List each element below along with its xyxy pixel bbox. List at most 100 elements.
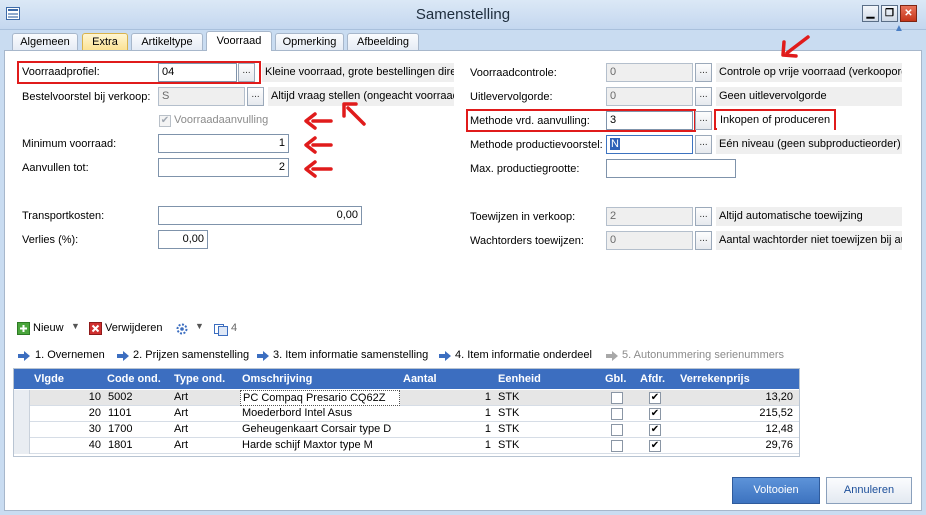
voorraadprofiel-input[interactable]: 04 bbox=[158, 63, 237, 82]
tab-voorraad[interactable]: Voorraad bbox=[206, 31, 272, 51]
cell-code[interactable]: 1700 bbox=[108, 422, 172, 438]
tab-artikeltype[interactable]: Artikeltype bbox=[131, 33, 203, 51]
tab-extra[interactable]: Extra bbox=[82, 33, 128, 51]
collapse-icon[interactable]: ▲ bbox=[894, 24, 906, 34]
cell-verrekenprijs[interactable]: 12,48 bbox=[678, 422, 796, 438]
annuleren-button[interactable]: Annuleren bbox=[826, 477, 912, 504]
row-header[interactable] bbox=[14, 438, 30, 454]
tab-algemeen[interactable]: Algemeen bbox=[12, 33, 78, 51]
components-grid[interactable]: Vlgde Code ond. Type ond. Omschrijving A… bbox=[13, 368, 800, 457]
row-header[interactable] bbox=[14, 406, 30, 422]
tab-opmerking[interactable]: Opmerking bbox=[275, 33, 344, 51]
cell-verrekenprijs[interactable]: 29,76 bbox=[678, 438, 796, 454]
cell-omschrijving[interactable]: Moederbord Intel Asus bbox=[242, 406, 400, 422]
delete-button[interactable]: Verwijderen bbox=[89, 321, 167, 337]
methode-productievoorstel-lookup-button[interactable]: ... bbox=[695, 135, 712, 154]
close-icon[interactable]: ✕ bbox=[900, 5, 917, 22]
voorraadprofiel-lookup-button[interactable]: ... bbox=[238, 63, 255, 82]
cell-eenheid[interactable]: STK bbox=[498, 422, 598, 438]
cell-gbl-checkbox[interactable] bbox=[611, 424, 623, 436]
toewijzen-verkoop-lookup-button[interactable]: ... bbox=[695, 207, 712, 226]
cell-gbl-checkbox[interactable] bbox=[611, 392, 623, 404]
wachtorders-lookup-button[interactable]: ... bbox=[695, 231, 712, 250]
toewijzen-verkoop-input[interactable]: 2 bbox=[606, 207, 693, 226]
cell-aantal[interactable]: 1 bbox=[402, 390, 494, 406]
table-row[interactable]: 10 5002 Art PC Compaq Presario CQ62Z 1 S… bbox=[14, 390, 799, 406]
cell-afdr-checkbox[interactable]: ✔ bbox=[649, 392, 661, 404]
column-header-afdr[interactable]: Afdr. bbox=[640, 369, 665, 389]
max-productiegrootte-input[interactable] bbox=[606, 159, 736, 178]
column-header-gbl[interactable]: Gbl. bbox=[605, 369, 626, 389]
minimize-icon[interactable]: ▁ bbox=[862, 5, 879, 22]
cell-vlgde[interactable]: 20 bbox=[30, 406, 104, 422]
transportkosten-input[interactable]: 0,00 bbox=[158, 206, 362, 225]
wachtorders-input[interactable]: 0 bbox=[606, 231, 693, 250]
step-3[interactable]: 3. Item informatie samenstelling bbox=[257, 349, 429, 363]
step-2[interactable]: 2. Prijzen samenstelling bbox=[117, 349, 249, 363]
cell-type[interactable]: Art bbox=[174, 422, 238, 438]
column-header-vlgde[interactable]: Vlgde bbox=[34, 369, 64, 389]
cell-eenheid[interactable]: STK bbox=[498, 406, 598, 422]
column-header-omschrijving[interactable]: Omschrijving bbox=[242, 369, 312, 389]
column-header-code[interactable]: Code ond. bbox=[107, 369, 161, 389]
new-dropdown-icon[interactable]: ▼ bbox=[71, 321, 80, 331]
methode-aanvulling-input[interactable]: 3 bbox=[606, 111, 693, 130]
settings-button[interactable]: ▼ bbox=[175, 321, 207, 337]
step-4[interactable]: 4. Item informatie onderdeel bbox=[439, 349, 599, 363]
cell-verrekenprijs[interactable]: 13,20 bbox=[678, 390, 796, 406]
row-header[interactable] bbox=[14, 390, 30, 406]
row-header[interactable] bbox=[14, 422, 30, 438]
verlies-input[interactable]: 0,00 bbox=[158, 230, 208, 249]
delete-icon bbox=[89, 322, 102, 335]
cell-afdr-checkbox[interactable]: ✔ bbox=[649, 440, 661, 452]
cell-gbl-checkbox[interactable] bbox=[611, 408, 623, 420]
cell-afdr-checkbox[interactable]: ✔ bbox=[649, 408, 661, 420]
new-button[interactable]: Nieuw ▼ bbox=[17, 321, 82, 337]
cell-code[interactable]: 5002 bbox=[108, 390, 172, 406]
cell-type[interactable]: Art bbox=[174, 406, 238, 422]
cell-aantal[interactable]: 1 bbox=[402, 422, 494, 438]
methode-aanvulling-lookup-button[interactable]: ... bbox=[695, 111, 712, 130]
column-header-verrekenprijs[interactable]: Verrekenprijs bbox=[680, 369, 750, 389]
uitlevervolgorde-lookup-button[interactable]: ... bbox=[695, 87, 712, 106]
voltooien-button[interactable]: Voltooien bbox=[732, 477, 820, 504]
uitlevervolgorde-input[interactable]: 0 bbox=[606, 87, 693, 106]
methode-productievoorstel-input[interactable]: N bbox=[606, 135, 693, 154]
bestelvoorstel-lookup-button[interactable]: ... bbox=[247, 87, 264, 106]
copy-count-button[interactable]: 4 bbox=[214, 321, 242, 337]
restore-icon[interactable]: ❐ bbox=[881, 5, 898, 22]
cell-verrekenprijs[interactable]: 215,52 bbox=[678, 406, 796, 422]
cell-aantal[interactable]: 1 bbox=[402, 438, 494, 454]
table-row[interactable]: 20 1101 Art Moederbord Intel Asus 1 STK … bbox=[14, 406, 799, 422]
tab-afbeelding[interactable]: Afbeelding bbox=[347, 33, 419, 51]
cell-vlgde[interactable]: 30 bbox=[30, 422, 104, 438]
cell-vlgde[interactable]: 10 bbox=[30, 390, 104, 406]
uitlevervolgorde-label: Uitlevervolgorde: bbox=[470, 91, 553, 103]
minimum-voorraad-input[interactable]: 1 bbox=[158, 134, 289, 153]
voorraadaanvulling-checkbox[interactable]: ✔ bbox=[159, 115, 171, 127]
table-row[interactable]: 40 1801 Art Harde schijf Maxtor type M 1… bbox=[14, 438, 799, 454]
step-1[interactable]: 1. Overnemen bbox=[18, 349, 108, 363]
cell-afdr-checkbox[interactable]: ✔ bbox=[649, 424, 661, 436]
cell-eenheid[interactable]: STK bbox=[498, 390, 598, 406]
column-header-eenheid[interactable]: Eenheid bbox=[498, 369, 541, 389]
voorraadcontrole-input[interactable]: 0 bbox=[606, 63, 693, 82]
settings-dropdown-icon[interactable]: ▼ bbox=[195, 321, 204, 331]
bestelvoorstel-input[interactable]: S bbox=[158, 87, 245, 106]
column-header-type[interactable]: Type ond. bbox=[174, 369, 225, 389]
cell-vlgde[interactable]: 40 bbox=[30, 438, 104, 454]
cell-eenheid[interactable]: STK bbox=[498, 438, 598, 454]
cell-gbl-checkbox[interactable] bbox=[611, 440, 623, 452]
cell-type[interactable]: Art bbox=[174, 438, 238, 454]
column-header-aantal[interactable]: Aantal bbox=[403, 369, 437, 389]
cell-code[interactable]: 1801 bbox=[108, 438, 172, 454]
table-row[interactable]: 30 1700 Art Geheugenkaart Corsair type D… bbox=[14, 422, 799, 438]
cell-type[interactable]: Art bbox=[174, 390, 238, 406]
aanvullen-tot-input[interactable]: 2 bbox=[158, 158, 289, 177]
cell-omschrijving[interactable]: PC Compaq Presario CQ62Z bbox=[240, 390, 400, 406]
voorraadcontrole-lookup-button[interactable]: ... bbox=[695, 63, 712, 82]
cell-aantal[interactable]: 1 bbox=[402, 406, 494, 422]
cell-omschrijving[interactable]: Harde schijf Maxtor type M bbox=[242, 438, 400, 454]
cell-code[interactable]: 1101 bbox=[108, 406, 172, 422]
cell-omschrijving[interactable]: Geheugenkaart Corsair type D bbox=[242, 422, 400, 438]
